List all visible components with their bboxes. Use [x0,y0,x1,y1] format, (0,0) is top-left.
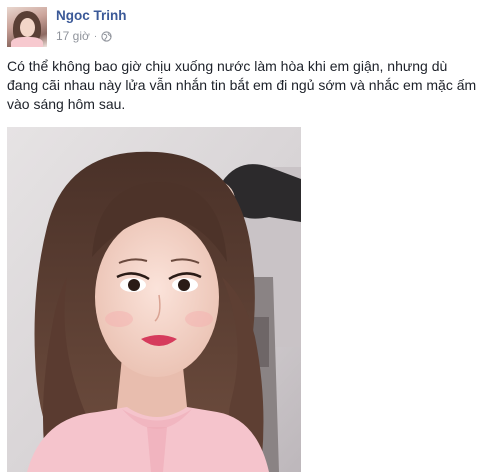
post-photo[interactable] [7,127,301,472]
globe-icon[interactable] [101,30,112,42]
selfie-illustration [7,127,301,472]
author-avatar[interactable] [7,7,47,47]
avatar-dress [11,37,43,47]
post-meta: 17 giờ · [56,29,112,43]
meta-separator: · [93,30,98,42]
facebook-post: Ngoc Trinh 17 giờ · Có thể không bao giờ… [0,0,489,472]
avatar-face [20,18,35,37]
post-text: Có thể không bao giờ chịu xuống nước làm… [7,58,477,112]
post-timestamp[interactable]: 17 giờ [56,29,90,43]
author-name-link[interactable]: Ngoc Trinh [56,8,127,23]
